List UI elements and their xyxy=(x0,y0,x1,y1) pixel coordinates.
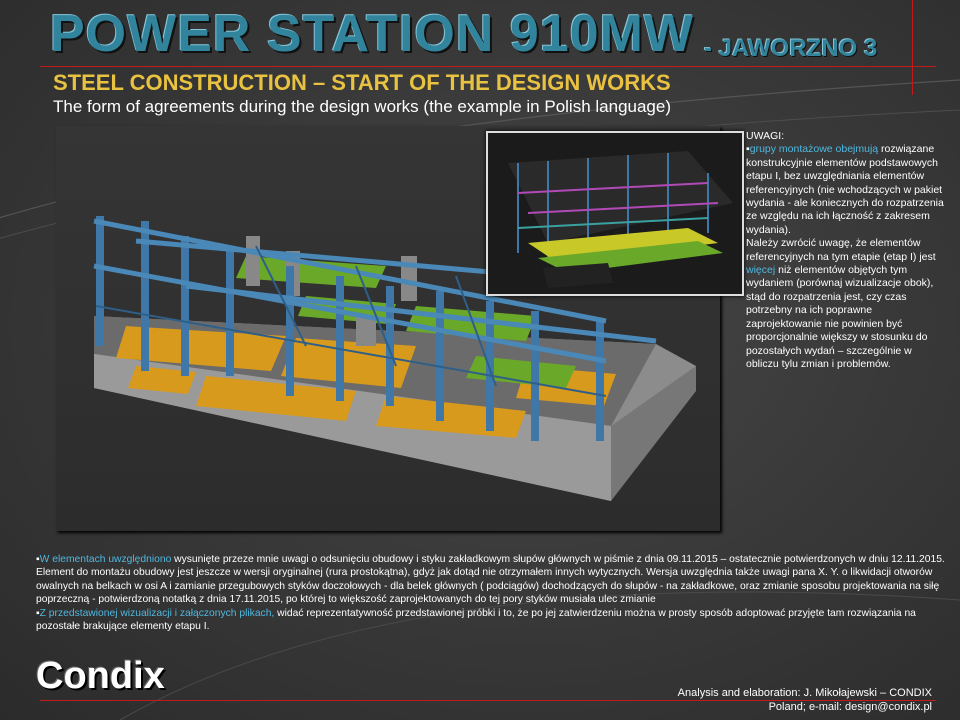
credit-line-1: Analysis and elaboration: J. Mikołajewsk… xyxy=(677,687,932,699)
page-title: POWER STATION 910MW xyxy=(50,5,694,63)
notes-text-2b: niż elementów objętych tym wydaniem (por… xyxy=(746,264,934,370)
notes-panel: UWAGI: ▪grupy montażowe obejmują rozwiąz… xyxy=(746,130,946,371)
notes-highlight-1: grupy montażowe obejmują xyxy=(749,143,879,156)
accent-line-horizontal xyxy=(40,66,936,67)
section-heading: STEEL CONSTRUCTION – START OF THE DESIGN… xyxy=(53,70,671,95)
notes-paragraph-2: Należy zwrócić uwagę, że elementów refer… xyxy=(746,237,946,371)
section-description: The form of agreements during the design… xyxy=(53,97,672,116)
notes-title: UWAGI: xyxy=(746,130,785,142)
inset-visualization xyxy=(486,131,744,296)
notes-paragraph-1: ▪grupy montażowe obejmują rozwiązane kon… xyxy=(746,143,944,236)
description-bullets: ▪W elementach uwzględniono wysunięte prz… xyxy=(36,553,954,633)
notes-text-1: rozwiązane konstrukcyjnie elementów pods… xyxy=(746,143,944,236)
credit-block: Analysis and elaboration: J. Mikołajewsk… xyxy=(678,686,932,714)
page-subtitle-location: - JAWORZNO 3 xyxy=(704,35,878,62)
accent-line-vertical xyxy=(912,0,913,95)
notes-highlight-2: więcej xyxy=(746,264,776,277)
condix-logo: Condix xyxy=(36,655,165,697)
bullet-1: ▪W elementach uwzględniono wysunięte prz… xyxy=(36,554,945,606)
bullet-2-highlight: Z przedstawionej wizualizacji i załączon… xyxy=(39,607,275,619)
credit-line-2: Poland; e-mail: design@condix.pl xyxy=(768,701,932,713)
notes-text-2a: Należy zwrócić uwagę, że elementów refer… xyxy=(746,237,936,263)
bullet-1-highlight: W elementach uwzględniono xyxy=(39,554,172,565)
bullet-1-text: wysunięte przeze mnie uwagi o odsunięciu… xyxy=(36,554,945,606)
bullet-2: ▪Z przedstawionej wizualizacji i załączo… xyxy=(36,607,916,633)
